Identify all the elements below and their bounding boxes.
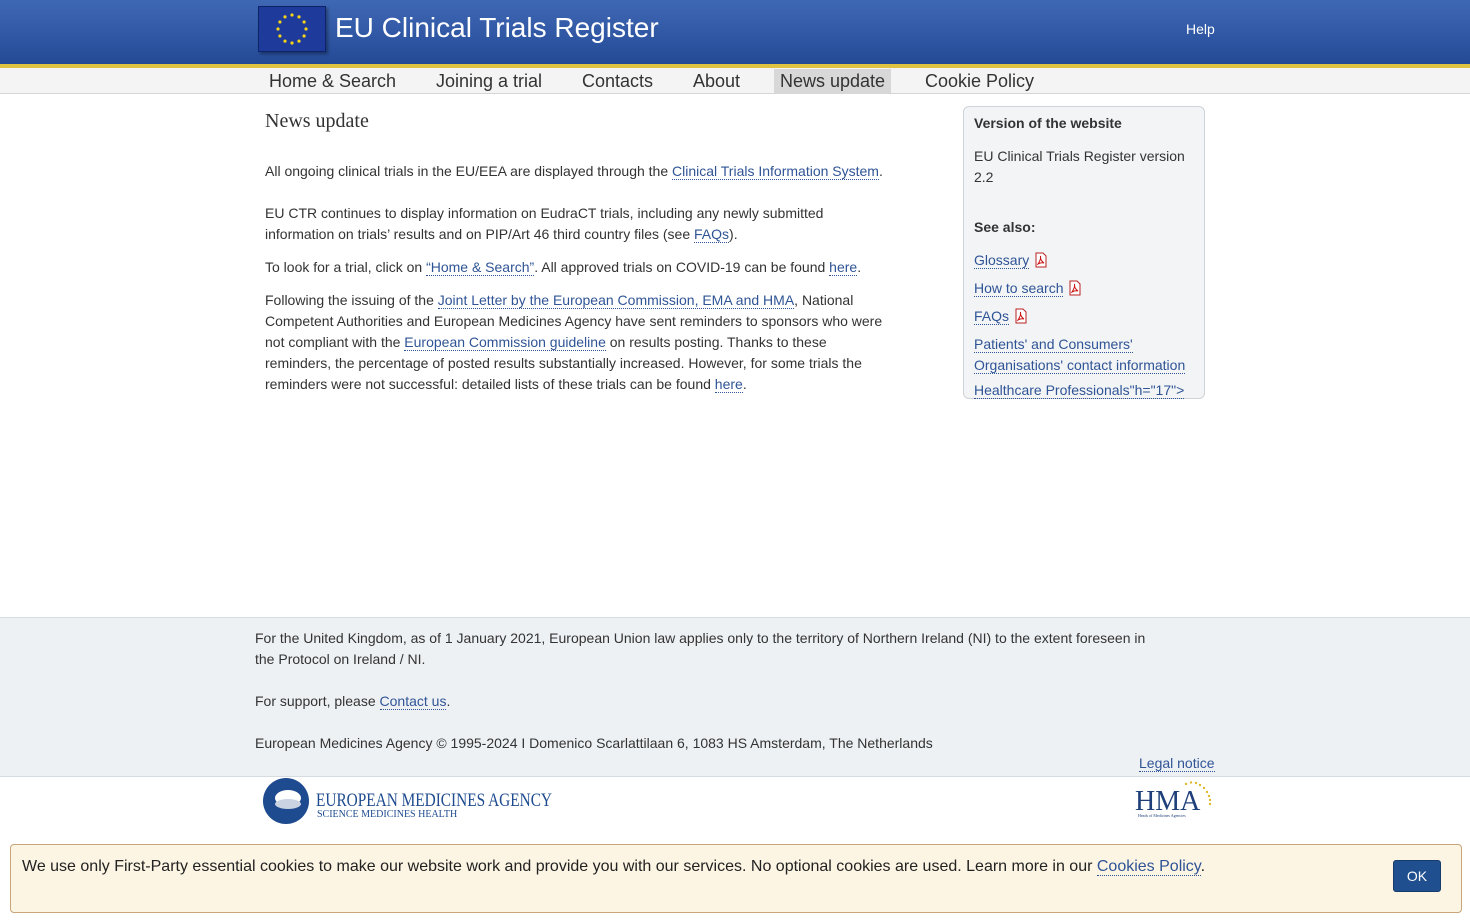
ctis-link[interactable]: Clinical Trials Information System xyxy=(672,163,879,180)
nav-cookie-policy[interactable]: Cookie Policy xyxy=(919,69,1040,93)
eu-flag-logo[interactable] xyxy=(258,6,326,52)
p1-end: . xyxy=(878,163,883,179)
ema-logo-tagline: SCIENCE MEDICINES HEALTH xyxy=(317,809,457,820)
list-item: Glossary xyxy=(974,250,1194,274)
faqs-sidebar-link[interactable]: FAQs xyxy=(974,308,1010,325)
nav-news-update[interactable]: News update xyxy=(774,69,891,93)
pdf-icon[interactable] xyxy=(1013,308,1029,330)
site-footer: For the United Kingdom, as of 1 January … xyxy=(0,617,1470,777)
nav-home-search[interactable]: Home & Search xyxy=(263,69,402,93)
support-suffix: . xyxy=(446,693,451,709)
p1-text: All ongoing clinical trials in the EU/EE… xyxy=(265,163,673,179)
paragraph-ctis: All ongoing clinical trials in the EU/EE… xyxy=(265,161,895,182)
healthcare-professionals-link[interactable]: Healthcare Professionals"h="17"> xyxy=(974,382,1185,399)
list-item: How to search xyxy=(974,278,1194,302)
p3-end: . xyxy=(857,259,862,275)
nav-contacts[interactable]: Contacts xyxy=(576,69,659,93)
pdf-icon[interactable] xyxy=(1067,280,1083,302)
cookie-text-end: . xyxy=(1200,858,1206,875)
list-item: Patients' and Consumers' Organisations' … xyxy=(974,334,1194,376)
hma-logo[interactable]: HMA Heads of Medicines Agencies xyxy=(1134,780,1216,821)
paragraph-search: To look for a trial, click on “Home & Se… xyxy=(265,257,895,278)
version-heading: Version of the website xyxy=(974,115,1122,131)
version-text: EU Clinical Trials Register version 2.2 xyxy=(974,148,1185,185)
p2-end: ). xyxy=(729,226,738,242)
non-compliant-trials-link[interactable]: here xyxy=(714,376,743,393)
contact-us-link[interactable]: Contact us xyxy=(379,693,447,710)
cookie-text: We use only First-Party essential cookie… xyxy=(22,858,1097,875)
site-header: EU Clinical Trials Register Help xyxy=(0,0,1470,64)
pdf-icon[interactable] xyxy=(1033,252,1049,274)
p3-text: To look for a trial, click on xyxy=(265,259,427,275)
main-content: News update All ongoing clinical trials … xyxy=(265,108,895,395)
hma-logo-subtitle: Heads of Medicines Agencies xyxy=(1138,813,1186,818)
joint-letter-link[interactable]: Joint Letter by the European Commission,… xyxy=(437,292,795,309)
page-title: News update xyxy=(265,110,369,132)
cookie-message: We use only First-Party essential cookie… xyxy=(22,858,1205,876)
list-item: FAQs xyxy=(974,306,1194,330)
patients-organisations-link[interactable]: Patients' and Consumers' Organisations' … xyxy=(974,336,1186,374)
ema-logo-name: EUROPEAN MEDICINES AGENCY xyxy=(316,790,552,811)
p2-text: EU CTR continues to display information … xyxy=(265,205,824,242)
cookie-banner: We use only First-Party essential cookie… xyxy=(10,844,1462,913)
eu-stars-icon xyxy=(276,13,308,45)
list-item: Healthcare Professionals"h="17"> xyxy=(974,380,1194,401)
nav-about[interactable]: About xyxy=(687,69,746,93)
uk-note: For the United Kingdom, as of 1 January … xyxy=(255,630,1146,667)
main-nav: Home & Search Joining a trial Contacts A… xyxy=(0,68,1470,94)
footer-content: For the United Kingdom, as of 1 January … xyxy=(255,628,1155,754)
cookies-policy-link[interactable]: Cookies Policy xyxy=(1096,858,1201,876)
see-also-list: Glossary How to search FAQs Patients' an… xyxy=(974,250,1194,401)
faqs-link[interactable]: FAQs xyxy=(694,226,730,243)
site-title[interactable]: EU Clinical Trials Register xyxy=(335,12,659,44)
paragraph-joint-letter: Following the issuing of the Joint Lette… xyxy=(265,290,890,395)
legal-notice-link[interactable]: Legal notice xyxy=(1139,755,1215,772)
help-link[interactable]: Help xyxy=(1186,21,1215,37)
how-to-search-link[interactable]: How to search xyxy=(974,280,1064,297)
home-search-link[interactable]: “Home & Search” xyxy=(426,259,535,276)
ema-logo[interactable]: EUROPEAN MEDICINES AGENCY SCIENCE MEDICI… xyxy=(262,778,554,829)
glossary-link[interactable]: Glossary xyxy=(974,252,1030,269)
support-text: For support, please Contact us. xyxy=(255,691,1155,712)
ec-guideline-link[interactable]: European Commission guideline xyxy=(404,334,606,351)
nav-joining-a-trial[interactable]: Joining a trial xyxy=(430,69,548,93)
support-prefix: For support, please xyxy=(255,693,380,709)
see-also-heading: See also: xyxy=(974,219,1036,235)
copyright: European Medicines Agency © 1995-2024 I … xyxy=(255,735,933,751)
covid-trials-link[interactable]: here xyxy=(829,259,858,276)
p4-end: . xyxy=(742,376,747,392)
p3-middle: . All approved trials on COVID-19 can be… xyxy=(534,259,830,275)
cookie-ok-button[interactable]: OK xyxy=(1393,860,1441,892)
paragraph-eudract: EU CTR continues to display information … xyxy=(265,203,845,245)
sidebar-box: Version of the website EU Clinical Trial… xyxy=(963,106,1205,399)
p4-text: Following the issuing of the xyxy=(265,292,438,308)
